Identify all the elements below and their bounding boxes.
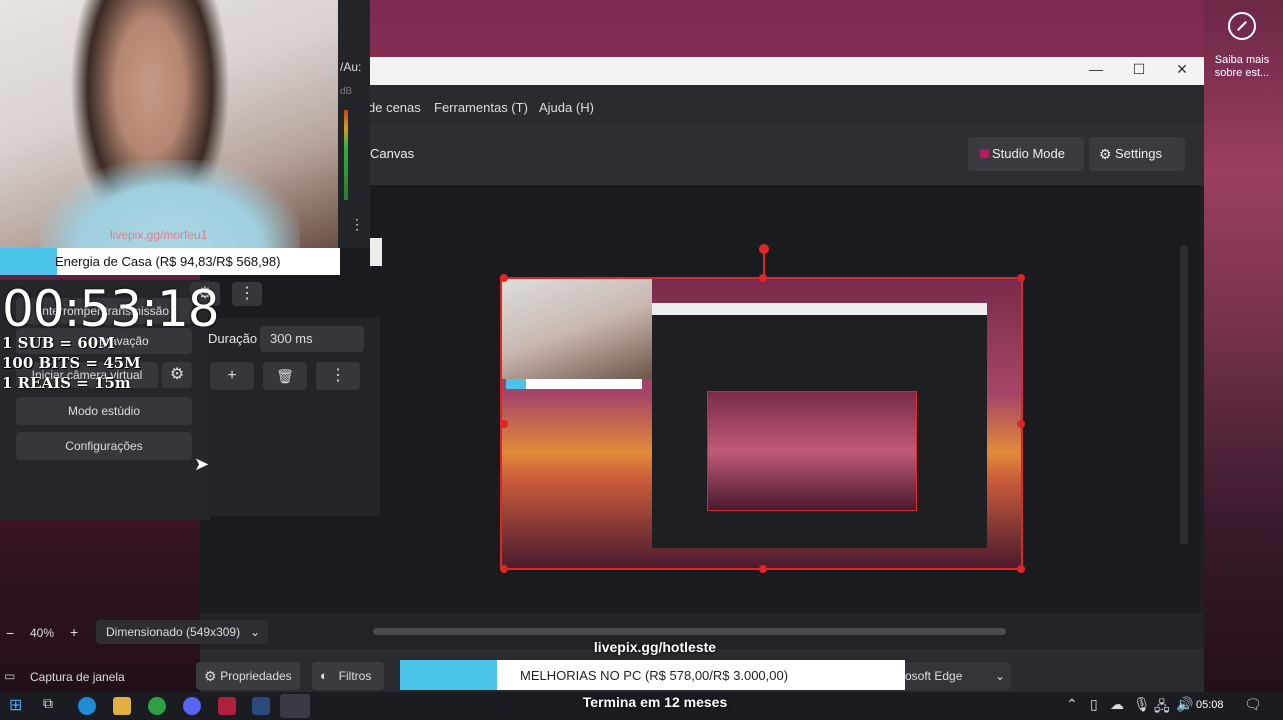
webcam-feed: livepix.gg/morfeu1 [0, 0, 338, 248]
nested-energy-bar [506, 379, 642, 389]
task-view-icon[interactable]: ⧉ [43, 695, 53, 712]
subscription-label: Termina em 12 meses [582, 694, 728, 710]
settings-button[interactable]: ⚙ Settings [1089, 137, 1185, 171]
nested-titlebar [652, 303, 987, 315]
vertical-scrollbar[interactable] [1180, 245, 1188, 545]
xbox-icon[interactable] [148, 697, 166, 715]
resize-handle-br[interactable] [1017, 565, 1025, 573]
gear-icon: ⚙ [204, 668, 217, 684]
energy-goal-label: Energia de Casa (R$ 94,83/R$ 568,98) [55, 254, 281, 269]
pc-goal-fill [400, 660, 498, 690]
webcam-watermark: livepix.gg/morfeu1 [110, 228, 208, 242]
audio-menu-icon[interactable]: ⋮ [350, 216, 364, 233]
preview-capture[interactable] [500, 277, 1023, 570]
livepix-link: livepix.gg/hotleste [593, 639, 717, 655]
studio-mode-button[interactable]: Studio Mode [968, 137, 1084, 171]
studio-mode-label: Studio Mode [992, 146, 1065, 161]
filters-button[interactable]: ◐ Filtros [312, 662, 384, 690]
audio-strip-db: dB [340, 86, 353, 97]
studio-mode-icon [980, 149, 989, 158]
energy-goal-bar: Energia de Casa (R$ 94,83/R$ 568,98) [0, 248, 340, 275]
more-transition-button[interactable]: ⋮ [316, 362, 360, 390]
clock[interactable]: 05:08 [1196, 699, 1224, 711]
obs-taskbar-icon[interactable] [280, 694, 310, 718]
audio-meter [344, 110, 348, 200]
windows-start-icon[interactable]: ⊞ [9, 695, 22, 715]
resize-handle-tr[interactable] [1017, 274, 1025, 282]
minimize-button[interactable]: — [1085, 61, 1107, 77]
window-capture-icon: ▭ [4, 669, 16, 683]
window-select-value: osoft Edge [905, 669, 963, 683]
notification-icon[interactable]: 🗨 [1244, 696, 1262, 713]
audio-mixer-strip: /Au: dB ⋮ [338, 0, 370, 248]
camera-icon [1228, 12, 1256, 40]
studio-mode-dock-button[interactable]: Modo estúdio [16, 397, 192, 425]
resize-handle-bl[interactable] [500, 565, 508, 573]
menu-scenes[interactable]: de cenas [368, 100, 421, 115]
stream-more-icon[interactable]: ⋮ [232, 282, 262, 306]
resize-handle-tl[interactable] [500, 274, 508, 282]
scale-mode-value: Dimensionado (549x309) [106, 625, 241, 639]
duration-input[interactable]: 300 ms [260, 326, 364, 352]
maximize-button[interactable]: ☐ [1128, 61, 1150, 78]
resize-handle-l[interactable] [500, 420, 508, 428]
learn-more-line1: Saiba mais [1214, 54, 1270, 66]
zoom-value: 40% [30, 626, 55, 640]
trash-icon[interactable]: 🗑 [263, 362, 307, 390]
menu-help[interactable]: Ajuda (H) [539, 100, 594, 115]
resize-handle-t[interactable] [759, 274, 767, 282]
tray-cloud-icon[interactable]: ☁ [1110, 696, 1124, 713]
microphone-icon[interactable]: 🎙 [1133, 696, 1151, 713]
scale-mode-dropdown[interactable]: Dimensionado (549x309) ⌄ [96, 620, 268, 644]
transition-dock: Duração 300 ms + 🗑 ⋮ [208, 318, 380, 516]
properties-button[interactable]: ⚙ Propriedades [196, 662, 300, 690]
properties-label: Propriedades [220, 669, 292, 683]
tray-chevron-icon[interactable]: ⌃ [1066, 696, 1078, 713]
nested-webcam [502, 279, 652, 379]
window-select-dropdown[interactable]: osoft Edge ⌄ [905, 662, 1011, 690]
desktop-wallpaper [1204, 0, 1283, 692]
resize-handle-r[interactable] [1017, 420, 1025, 428]
close-button[interactable]: ✕ [1171, 61, 1193, 78]
audio-strip-label: /Au: [340, 60, 362, 74]
edge-icon[interactable] [78, 697, 96, 715]
pc-goal-label: MELHORIAS NO PC (R$ 578,00/R$ 3.000,00) [520, 668, 789, 683]
add-transition-button[interactable]: + [210, 362, 254, 390]
resize-handle-b[interactable] [759, 565, 767, 573]
promo-line-2: 100 BITS = 45M [2, 354, 141, 372]
filters-label: Filtros [338, 669, 372, 683]
chevron-down-icon: ⌄ [249, 625, 260, 639]
stream-timer: 00:53:18 [2, 280, 220, 338]
zoom-in-button[interactable]: + [70, 624, 78, 640]
horizontal-scrollbar[interactable] [373, 628, 1006, 635]
promo-line-3: 1 REAIS = 15m [2, 374, 131, 392]
energy-goal-fill [0, 248, 57, 275]
settings-label: Settings [1115, 146, 1162, 161]
volume-icon[interactable]: 🔊 [1176, 696, 1193, 713]
discord-icon[interactable] [183, 697, 201, 715]
chevron-down-icon: ⌄ [994, 669, 1005, 683]
menu-tools[interactable]: Ferramentas (T) [434, 100, 528, 115]
mouse-cursor-icon: ➤ [194, 454, 210, 474]
nested-preview [707, 391, 917, 511]
virtual-camera-settings-icon[interactable]: ⚙ [162, 362, 192, 388]
source-name: Captura de janela [30, 670, 125, 684]
nested-energy-fill [506, 379, 526, 389]
app-icon[interactable] [218, 697, 236, 715]
learn-more-widget[interactable]: Saiba mais sobre est... [1206, 12, 1278, 80]
steam-icon[interactable] [252, 697, 270, 715]
promo-line-1: 1 SUB = 60M [2, 334, 115, 352]
learn-more-line2: sobre est... [1214, 67, 1270, 79]
nested-obs-window [652, 303, 987, 548]
gear-icon: ⚙ [1099, 146, 1112, 162]
panel-edge [370, 238, 382, 266]
filter-icon: ◐ [320, 668, 328, 683]
zoom-out-button[interactable]: − [6, 625, 14, 641]
network-icon[interactable]: 🖧 [1154, 696, 1170, 720]
file-explorer-icon[interactable] [113, 697, 131, 715]
tray-device-icon[interactable]: ▯ [1090, 696, 1098, 713]
pc-goal-bar: MELHORIAS NO PC (R$ 578,00/R$ 3.000,00) [400, 660, 905, 690]
settings-dock-button[interactable]: Configurações [16, 432, 192, 460]
